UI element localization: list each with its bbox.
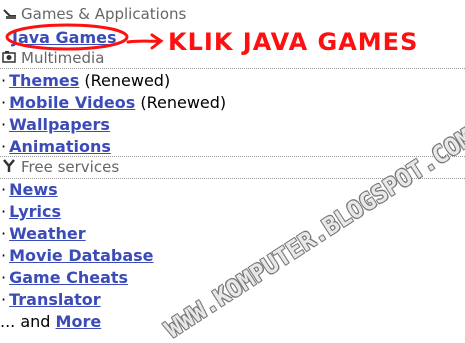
wallpapers-link[interactable]: Wallpapers bbox=[9, 115, 110, 134]
list-item-animations: · Animations bbox=[0, 136, 465, 158]
list-item-themes: · Themes (Renewed) bbox=[0, 70, 465, 92]
animations-link[interactable]: Animations bbox=[9, 137, 111, 156]
java-games-link[interactable]: Java Games bbox=[12, 28, 117, 47]
bullet: · bbox=[1, 224, 7, 243]
list-item-wallpapers: · Wallpapers bbox=[0, 114, 465, 136]
renewed-note: (Renewed) bbox=[84, 71, 171, 90]
multimedia-icon bbox=[2, 48, 18, 63]
section-header-multimedia-label: Multimedia bbox=[21, 49, 105, 67]
list-item-movie-database: · Movie Database bbox=[0, 245, 465, 267]
bullet: · bbox=[1, 93, 7, 112]
movie-database-link[interactable]: Movie Database bbox=[9, 246, 153, 265]
bullet: · bbox=[1, 202, 7, 221]
annotation-text: KLIK JAVA GAMES bbox=[168, 28, 419, 56]
list-item-lyrics: · Lyrics bbox=[0, 201, 465, 223]
section-header-games: Games & Applications bbox=[0, 3, 465, 25]
section-header-games-label: Games & Applications bbox=[21, 5, 187, 23]
bullet: · bbox=[1, 137, 7, 156]
bullet: · bbox=[1, 246, 7, 265]
list-item-weather: · Weather bbox=[0, 223, 465, 245]
more-row: ... and More bbox=[0, 311, 465, 333]
bullet: · bbox=[1, 115, 7, 134]
divider bbox=[0, 68, 465, 69]
lyrics-link[interactable]: Lyrics bbox=[9, 202, 61, 221]
translator-link[interactable]: Translator bbox=[9, 290, 101, 309]
bullet: · bbox=[1, 71, 7, 90]
mobile-videos-link[interactable]: Mobile Videos bbox=[9, 93, 135, 112]
game-cheats-link[interactable]: Game Cheats bbox=[9, 268, 128, 287]
section-header-free-services-label: Free services bbox=[21, 158, 120, 176]
themes-link[interactable]: Themes bbox=[9, 71, 79, 90]
more-prefix: ... and bbox=[0, 312, 51, 331]
renewed-note: (Renewed) bbox=[140, 93, 227, 112]
games-icon bbox=[2, 4, 18, 19]
bullet: · bbox=[1, 290, 7, 309]
bullet: · bbox=[1, 268, 7, 287]
list-item-mobile-videos: · Mobile Videos (Renewed) bbox=[0, 92, 465, 114]
weather-link[interactable]: Weather bbox=[9, 224, 86, 243]
tools-icon bbox=[2, 157, 18, 172]
more-link[interactable]: More bbox=[56, 312, 102, 331]
bullet: · bbox=[1, 180, 7, 199]
news-link[interactable]: News bbox=[9, 180, 58, 199]
